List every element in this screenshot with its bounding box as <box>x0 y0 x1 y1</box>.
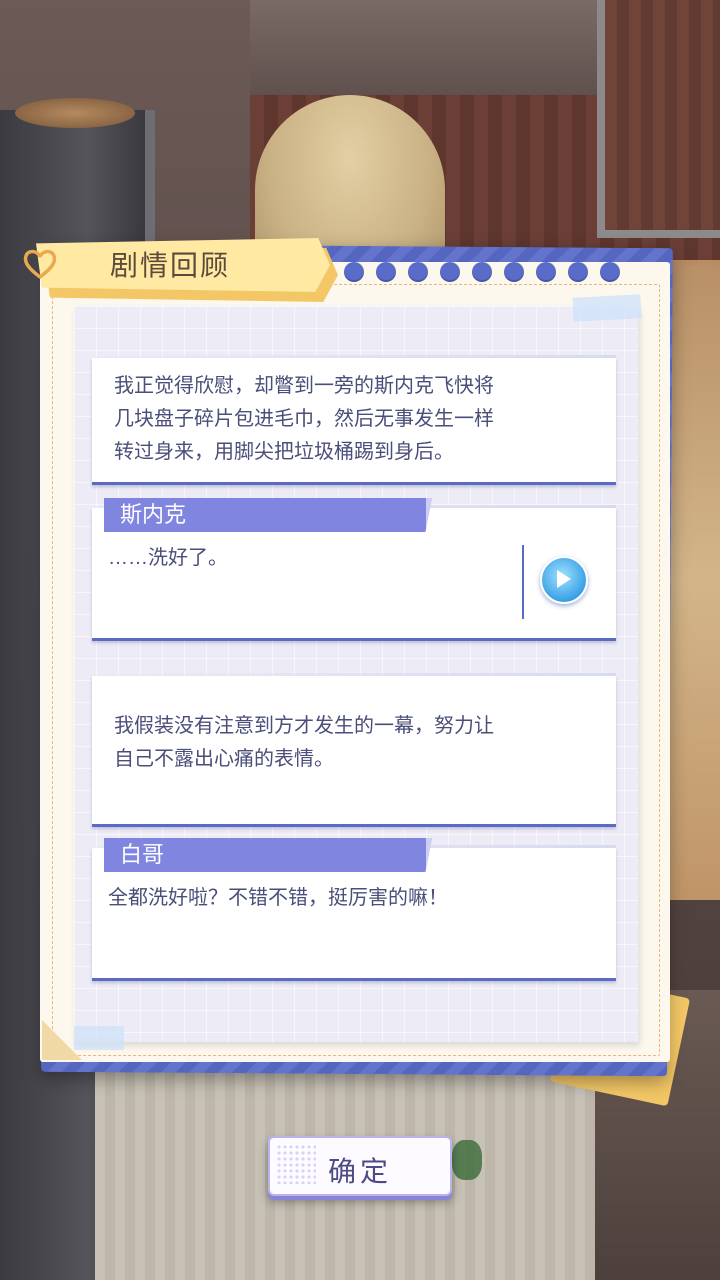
background-cabinet <box>597 0 720 238</box>
voice-play-button[interactable] <box>540 556 588 604</box>
binder-dots <box>312 262 620 286</box>
dialogue-text: 我正觉得欣慰，却瞥到一旁的斯内克飞快将 几块盘子碎片包进毛巾，然后无事发生一样 … <box>114 375 494 463</box>
title-banner: 剧情回顾 <box>23 238 338 302</box>
dialogue-card-narration: 我正觉得欣慰，却瞥到一旁的斯内克飞快将 几块盘子碎片包进毛巾，然后无事发生一样 … <box>92 355 616 485</box>
binder-dot <box>568 262 588 282</box>
dialogue-text: 全都洗好啦？不错不错，挺厉害的嘛！ <box>108 887 448 909</box>
confirm-button[interactable]: 确定 <box>268 1136 452 1196</box>
confirm-button-label: 确定 <box>327 1156 392 1187</box>
binder-dot <box>344 262 364 282</box>
panel-title: 剧情回顾 <box>110 250 231 281</box>
dialogue-text: ……洗好了。 <box>108 547 228 569</box>
binder-dot <box>408 262 428 282</box>
tape-top-right <box>572 294 642 322</box>
speaker-name-tag: 斯内克 <box>104 498 432 532</box>
binder-dot <box>376 262 396 282</box>
binder-dot <box>536 262 556 282</box>
dialogue-card-narration: 我假装没有注意到方才发生的一幕，努力让 自己不露出心痛的表情。 <box>92 673 616 827</box>
clover-pin <box>452 1140 482 1180</box>
binder-dot <box>600 262 620 282</box>
voice-divider <box>522 545 524 619</box>
background-plate <box>15 98 135 128</box>
dialogue-text: 我假装没有注意到方才发生的一幕，努力让 自己不露出心痛的表情。 <box>114 715 494 770</box>
play-icon <box>557 570 571 588</box>
speaker-name-tag: 白哥 <box>104 838 432 872</box>
heart-clip-icon <box>23 249 57 279</box>
corner-fold <box>42 1020 82 1060</box>
binder-dot <box>504 262 524 282</box>
binder-dot <box>472 262 492 282</box>
binder-dot <box>440 262 460 282</box>
